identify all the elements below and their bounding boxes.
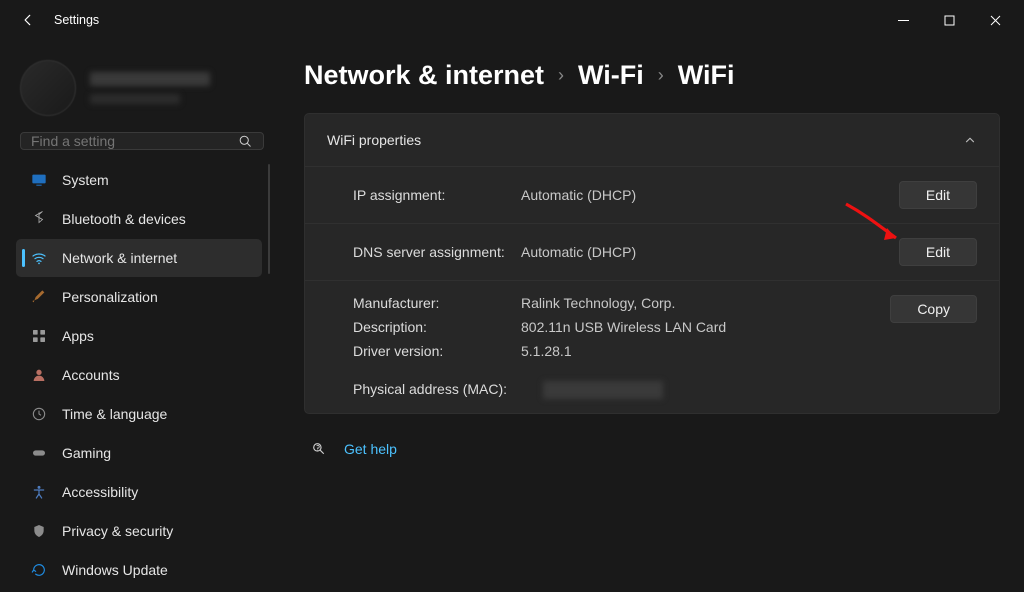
adapter-info-row: Manufacturer: Ralink Technology, Corp. D… (305, 281, 999, 413)
gamepad-icon (30, 444, 48, 462)
sidebar-item-label: System (62, 172, 109, 188)
breadcrumb: Network & internet › Wi-Fi › WiFi (304, 60, 1000, 91)
bluetooth-icon (30, 210, 48, 228)
system-icon (30, 171, 48, 189)
profile-email-redacted (90, 94, 180, 104)
description-value: 802.11n USB Wireless LAN Card (521, 319, 890, 335)
sidebar-item-privacy[interactable]: Privacy & security (16, 512, 262, 550)
sidebar-item-label: Gaming (62, 445, 111, 461)
nav-list: System Bluetooth & devices Network & int… (12, 160, 272, 590)
help-row: Get help (310, 440, 1000, 458)
sidebar-item-label: Privacy & security (62, 523, 173, 539)
card-header[interactable]: WiFi properties (305, 114, 999, 166)
search-icon (238, 134, 253, 149)
apps-icon (30, 327, 48, 345)
breadcrumb-network[interactable]: Network & internet (304, 60, 544, 91)
help-icon (310, 440, 328, 458)
sidebar-item-label: Bluetooth & devices (62, 211, 186, 227)
sidebar-item-label: Network & internet (62, 250, 177, 266)
content-area: Network & internet › Wi-Fi › WiFi WiFi p… (280, 40, 1024, 592)
sidebar-item-accessibility[interactable]: Accessibility (16, 473, 262, 511)
wifi-icon (30, 249, 48, 267)
sidebar-item-label: Windows Update (62, 562, 168, 578)
description-label: Description: (353, 319, 521, 335)
wifi-properties-card: WiFi properties IP assignment: Automatic… (304, 113, 1000, 414)
dns-assignment-row: DNS server assignment: Automatic (DHCP) … (305, 224, 999, 280)
driver-version-value: 5.1.28.1 (521, 343, 890, 359)
get-help-link[interactable]: Get help (344, 441, 397, 457)
window-close-button[interactable] (972, 0, 1018, 40)
sidebar-item-update[interactable]: Windows Update (16, 551, 262, 589)
driver-version-label: Driver version: (353, 343, 521, 359)
page-title: WiFi (678, 60, 735, 91)
sidebar-item-label: Apps (62, 328, 94, 344)
accessibility-icon (30, 483, 48, 501)
clock-icon (30, 405, 48, 423)
mac-label: Physical address (MAC): (353, 381, 543, 399)
dns-assignment-label: DNS server assignment: (353, 244, 521, 260)
ip-assignment-row: IP assignment: Automatic (DHCP) Edit (305, 167, 999, 223)
window-maximize-button[interactable] (926, 0, 972, 40)
chevron-right-icon: › (558, 65, 564, 86)
card-title: WiFi properties (327, 132, 421, 148)
sidebar-item-gaming[interactable]: Gaming (16, 434, 262, 472)
sidebar-item-label: Personalization (62, 289, 158, 305)
ip-assignment-label: IP assignment: (353, 187, 521, 203)
dns-assignment-value: Automatic (DHCP) (521, 244, 899, 260)
chevron-right-icon: › (658, 65, 664, 86)
avatar (20, 60, 76, 116)
chevron-up-icon (963, 133, 977, 147)
brush-icon (30, 288, 48, 306)
titlebar: Settings (0, 0, 1024, 40)
sidebar-item-system[interactable]: System (16, 161, 262, 199)
sidebar-item-label: Time & language (62, 406, 167, 422)
edit-dns-button[interactable]: Edit (899, 238, 977, 266)
search-input[interactable] (31, 133, 238, 149)
breadcrumb-wifi[interactable]: Wi-Fi (578, 60, 644, 91)
app-title: Settings (54, 13, 99, 27)
profile-block[interactable] (20, 60, 264, 116)
back-button[interactable] (14, 13, 42, 27)
search-box[interactable] (20, 132, 264, 150)
sidebar-item-bluetooth[interactable]: Bluetooth & devices (16, 200, 262, 238)
edit-ip-button[interactable]: Edit (899, 181, 977, 209)
profile-name-redacted (90, 72, 210, 86)
mac-value-redacted (543, 381, 663, 399)
shield-icon (30, 522, 48, 540)
copy-button[interactable]: Copy (890, 295, 977, 323)
manufacturer-value: Ralink Technology, Corp. (521, 295, 890, 311)
sidebar-item-network[interactable]: Network & internet (16, 239, 262, 277)
sidebar-item-time[interactable]: Time & language (16, 395, 262, 433)
sidebar-item-personalization[interactable]: Personalization (16, 278, 262, 316)
sidebar-item-label: Accounts (62, 367, 120, 383)
ip-assignment-value: Automatic (DHCP) (521, 187, 899, 203)
window-minimize-button[interactable] (880, 0, 926, 40)
sidebar-item-accounts[interactable]: Accounts (16, 356, 262, 394)
person-icon (30, 366, 48, 384)
update-icon (30, 561, 48, 579)
sidebar-item-apps[interactable]: Apps (16, 317, 262, 355)
sidebar-item-label: Accessibility (62, 484, 138, 500)
manufacturer-label: Manufacturer: (353, 295, 521, 311)
sidebar: System Bluetooth & devices Network & int… (0, 40, 280, 592)
